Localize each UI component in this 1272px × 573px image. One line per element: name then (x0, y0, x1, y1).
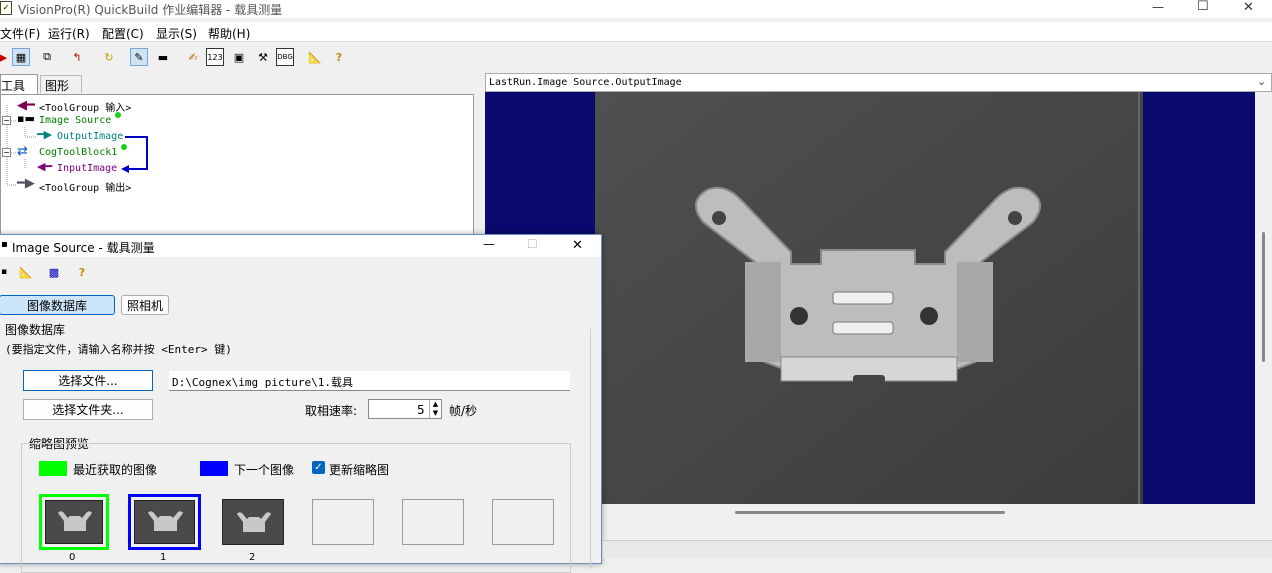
file-path-value: D:\Cognex\img picture\1.载具 (172, 376, 353, 389)
thumbnail-recent[interactable] (39, 494, 109, 550)
select-folder-button[interactable]: 选择文件夹... (23, 399, 153, 420)
rate-label: 取相速率: (305, 404, 358, 418)
help-icon[interactable]: ? (330, 48, 348, 66)
thumbnail-empty (402, 499, 464, 545)
chevron-down-icon: ⌄ (1257, 75, 1267, 88)
thumbnail-empty (492, 499, 554, 545)
notes-icon[interactable]: ✍ (184, 48, 202, 66)
window-title: VisionPro(R) QuickBuild 作业编辑器 - 载具测量 (18, 3, 283, 17)
update-thumbs-label: 更新缩略图 (329, 463, 390, 477)
dialog-grid-icon[interactable]: ▩ (45, 263, 63, 281)
scroll-thumb[interactable] (1262, 232, 1265, 362)
tree-item-output-image[interactable]: OutputImage (57, 131, 123, 142)
image-source-dialog: ▪ Image Source - 载具测量 — ☐ ✕ ▪ 📐 ▩ ? 图像数据… (0, 234, 602, 573)
rate-unit: 帧/秒 (449, 404, 478, 418)
title-bar: ✓ VisionPro(R) QuickBuild 作业编辑器 - 载具测量 —… (0, 0, 1272, 18)
tree-item-input-image[interactable]: InputImage (57, 163, 117, 174)
thumbnail-image (134, 500, 195, 544)
legend-next-swatch (200, 461, 228, 476)
select-file-label: 选择文件... (58, 374, 118, 388)
select-file-button[interactable]: 选择文件... (23, 370, 153, 391)
tab-image-database[interactable]: 图像数据库 (0, 295, 115, 315)
tab-tools[interactable]: 工具 (0, 74, 38, 94)
display-select[interactable]: LastRun.Image Source.OutputImage ⌄ (485, 73, 1272, 92)
camera-tool-icon: ▪▬ (17, 112, 35, 125)
tab-image-database-label: 图像数据库 (26, 298, 87, 313)
output-arrow-icon: ━▶ (37, 128, 53, 141)
maximize-button[interactable]: ☐ (1197, 0, 1209, 14)
debug-icon[interactable]: DBG (276, 48, 294, 66)
dialog-help-icon[interactable]: ? (73, 263, 91, 281)
camera-image (595, 92, 1143, 504)
image-acquire-icon[interactable]: ▦ (12, 48, 30, 66)
minimize-button[interactable]: — (1152, 0, 1164, 14)
image-vscroll[interactable] (1255, 92, 1272, 522)
file-path-input[interactable]: D:\Cognex\img picture\1.载具 (169, 371, 570, 391)
scroll-thumb[interactable] (735, 511, 1005, 514)
thumbnail-image (45, 500, 103, 544)
thumbnail-2[interactable] (222, 499, 284, 545)
refresh-icon[interactable]: ↻ (100, 48, 118, 66)
toolbar: ▶ ▦ ⧉ ↰ ↻ ✎ ▬ ✍ 123 ▣ ⚒ DBG 📐 ? (0, 44, 1272, 70)
menu-run[interactable]: 运行(R) (48, 25, 90, 42)
menu-config[interactable]: 配置(C) (102, 25, 144, 42)
stepper-down-icon[interactable]: ▼ (429, 409, 441, 418)
tab-graphics[interactable]: 图形 (40, 75, 82, 93)
legend-recent-swatch (39, 461, 67, 476)
expander-toolblock[interactable]: − (2, 148, 11, 157)
tab-camera[interactable]: 照相机 (121, 295, 169, 315)
dialog-measure-icon[interactable]: 📐 (17, 263, 35, 281)
copy-tool-icon[interactable]: ⧉ (38, 48, 56, 66)
tools-icon[interactable]: ⚒ (254, 48, 272, 66)
thumbnail-empty (312, 499, 374, 545)
update-thumbs-checkbox[interactable]: ✓ (312, 461, 325, 474)
measure-icon[interactable]: 📐 (306, 48, 324, 66)
menu-file[interactable]: 文件(F) (0, 25, 40, 42)
select-folder-label: 选择文件夹... (52, 403, 124, 417)
menu-display[interactable]: 显示(S) (156, 25, 197, 42)
tab-tools-label: 工具 (1, 79, 26, 93)
status-dot-icon (121, 144, 127, 150)
dialog-title: Image Source - 载具测量 (12, 241, 155, 255)
tool-tree[interactable]: − − ◀━ <ToolGroup 输入> ▪▬ Image Source ━▶… (0, 94, 474, 236)
tab-camera-label: 照相机 (126, 298, 163, 313)
stepper-up-icon[interactable]: ▲ (429, 400, 441, 409)
dialog-maximize-button: ☐ (527, 237, 538, 251)
display-select-value: LastRun.Image Source.OutputImage (489, 77, 682, 88)
legend-next-label: 下一个图像 (234, 463, 295, 477)
back-arrow-icon[interactable]: ↰ (68, 48, 86, 66)
tab-graphics-label: 图形 (45, 79, 70, 93)
numeric-icon[interactable]: 123 (206, 48, 224, 66)
tree-item-output-group[interactable]: <ToolGroup 输出> (39, 179, 131, 194)
dialog-close-button[interactable]: ✕ (572, 238, 583, 253)
input-arrow-icon: ◀━ (37, 160, 53, 173)
rate-value: 5 (417, 403, 425, 417)
status-strip (603, 540, 1272, 558)
dialog-camera-icon: ▪ (1, 239, 8, 250)
input-group-icon: ◀━ (17, 98, 35, 113)
expander-image-source[interactable]: − (2, 116, 11, 125)
app-icon: ✓ (0, 1, 12, 15)
part-drawing (595, 92, 1143, 504)
window-icon[interactable]: ▣ (230, 48, 248, 66)
thumbnail-next[interactable] (128, 494, 201, 550)
legend-recent-label: 最近获取的图像 (73, 463, 158, 477)
status-dot-icon (115, 112, 121, 118)
rate-stepper[interactable]: 5 ▲ ▼ (368, 399, 442, 419)
tree-item-image-source[interactable]: Image Source (39, 115, 111, 126)
tree-item-toolblock[interactable]: CogToolBlock1 (39, 147, 117, 158)
run-icon[interactable]: ▶ (0, 48, 12, 66)
output-group-icon: ━▶ (17, 176, 35, 191)
hint-text: (要指定文件，请输入名称并按 <Enter> 键) (5, 343, 232, 356)
dialog-run-icon[interactable]: ▪ (0, 263, 13, 281)
toolblock-icon: ⇄ (17, 144, 28, 159)
edit-icon[interactable]: ✎ (130, 48, 148, 66)
dialog-minimize-button[interactable]: — (483, 237, 495, 251)
close-button[interactable]: ✕ (1243, 0, 1254, 15)
menu-help[interactable]: 帮助(H) (208, 25, 250, 42)
dialog-title-bar: ▪ Image Source - 载具测量 — ☐ ✕ (0, 235, 601, 257)
camera-icon[interactable]: ▬ (154, 48, 172, 66)
menu-bar: 文件(F) 运行(R) 配置(C) 显示(S) 帮助(H) (0, 22, 1272, 42)
